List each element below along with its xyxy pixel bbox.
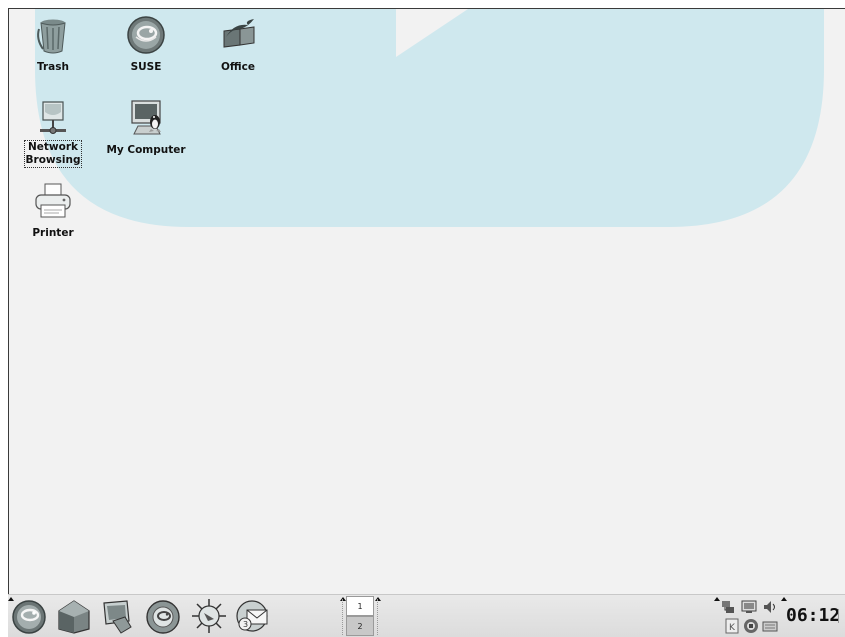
label-line-2: Browsing — [25, 154, 81, 166]
tray-keyboard[interactable] — [762, 618, 778, 634]
updater-tray-icon — [744, 619, 758, 633]
desktop-icon-label: Printer — [32, 227, 74, 239]
panel-hide-right-button[interactable] — [838, 609, 845, 623]
desktop-icon — [103, 600, 132, 634]
email-icon: 3 — [236, 600, 268, 632]
kde-tray-icon: K — [725, 618, 739, 634]
desktop-icon-trash[interactable]: Trash — [9, 15, 98, 74]
network-tray-icon — [722, 601, 734, 613]
suse-help-icon — [146, 600, 180, 634]
show-desktop-button[interactable] — [99, 597, 137, 635]
system-tray: K — [708, 595, 787, 637]
network-icon — [40, 101, 66, 134]
pager-desktop-2[interactable]: 2 — [346, 616, 374, 636]
desktop[interactable]: Trash SUSE Office Network Browsing My Co… — [8, 8, 845, 595]
pager-handle-right[interactable] — [377, 599, 379, 635]
desktop-icon-label: Trash — [37, 61, 69, 73]
volume-tray-icon — [764, 601, 775, 613]
keyboard-tray-icon — [762, 621, 778, 632]
suse-icon — [127, 16, 165, 54]
konqueror-icon — [192, 599, 226, 633]
desktop-icon-network-browsing[interactable]: Network Browsing — [9, 98, 98, 168]
suse-wallpaper-shape — [35, 9, 824, 227]
tray-handle-arrow-right[interactable] — [781, 597, 787, 601]
email-button[interactable]: 3 — [234, 597, 272, 635]
desktop-icon-label: Network Browsing — [23, 140, 83, 168]
desktop-pager: 1 2 — [340, 595, 381, 637]
tray-volume[interactable] — [762, 599, 778, 615]
tray-kde[interactable]: K — [724, 618, 740, 634]
clock[interactable]: 06:12 — [786, 605, 840, 629]
desktop-icon-printer[interactable]: Printer — [9, 181, 98, 240]
svg-text:3: 3 — [243, 620, 248, 629]
suse-menu-button[interactable] — [10, 597, 48, 635]
pager-handle[interactable] — [342, 599, 344, 635]
office-icon — [223, 19, 255, 48]
display-tray-icon — [741, 600, 757, 613]
desktop-icon-label: Office — [221, 61, 255, 73]
pager-desktop-1[interactable]: 1 — [346, 596, 374, 616]
tray-updater[interactable] — [743, 618, 759, 634]
web-browser-button[interactable] — [190, 597, 228, 635]
help-button[interactable] — [144, 597, 182, 635]
tray-display[interactable] — [741, 599, 757, 615]
suse-menu-icon — [12, 600, 46, 634]
desktop-icon-office[interactable]: Office — [193, 15, 283, 74]
tray-network[interactable] — [720, 599, 736, 615]
desktop-icon-label: My Computer — [106, 144, 186, 156]
desktop-icon-suse[interactable]: SUSE — [101, 15, 191, 74]
home-icon — [58, 600, 90, 634]
kicker-panel: 3 1 2 K 06:12 — [8, 594, 845, 637]
printer-icon — [35, 183, 71, 218]
computer-icon — [131, 100, 161, 135]
trash-icon — [37, 19, 66, 54]
desktop-icon-label: SUSE — [130, 61, 162, 73]
home-button[interactable] — [55, 597, 93, 635]
label-line-1: Network — [27, 141, 78, 153]
desktop-icon-my-computer[interactable]: My Computer — [101, 98, 191, 157]
